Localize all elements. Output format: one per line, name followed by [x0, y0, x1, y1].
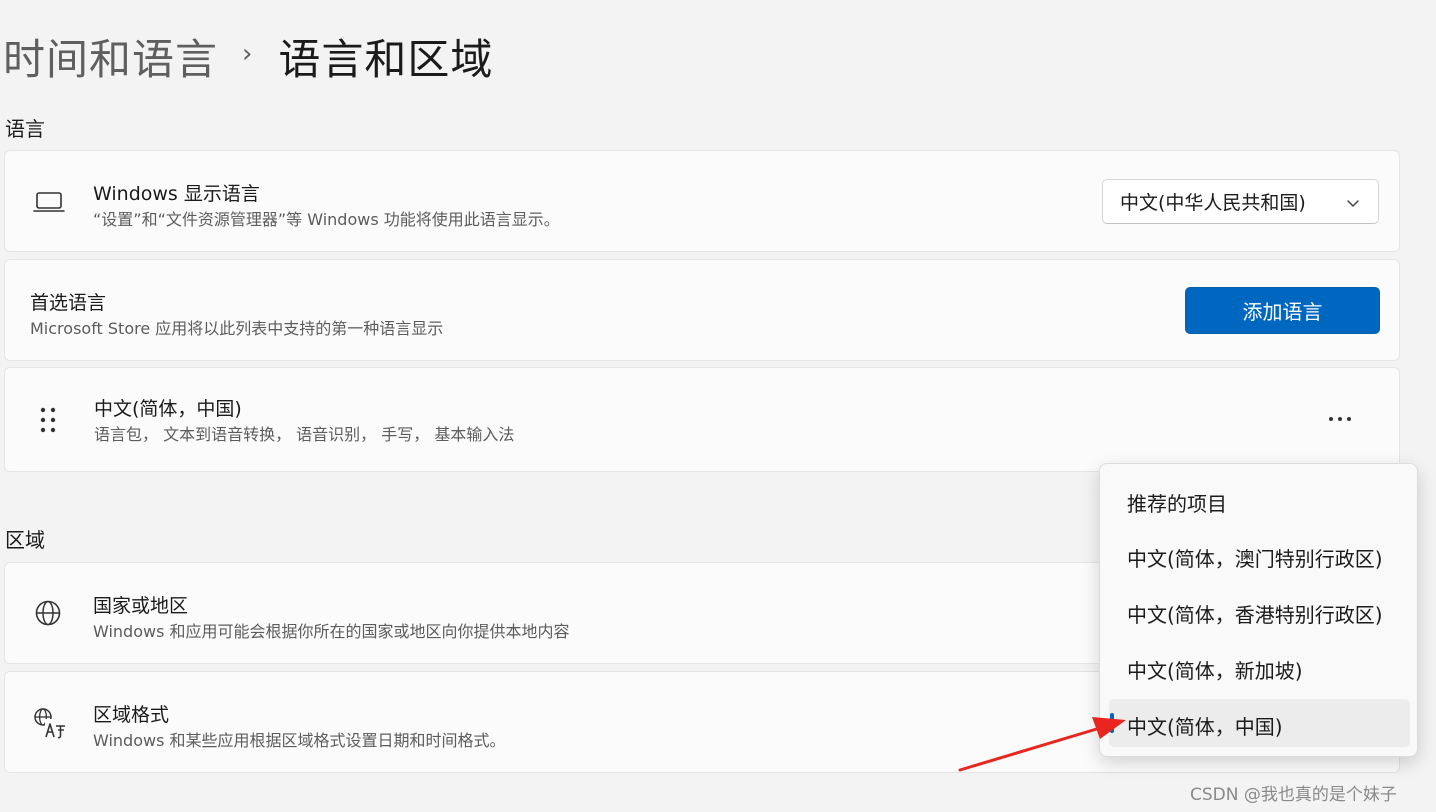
drag-handle-icon[interactable] — [37, 406, 59, 434]
laptop-icon — [31, 188, 67, 216]
menu-item-hong-kong[interactable]: 中文(简体，香港特别行政区) — [1109, 587, 1410, 635]
display-language-dropdown-value: 中文(中华人民共和国) — [1120, 192, 1306, 214]
chevron-down-icon — [1346, 194, 1360, 216]
display-language-title: Windows 显示语言 — [93, 183, 260, 205]
language-list-item[interactable]: 中文(简体，中国) 语言包， 文本到语音转换， 语音识别， 手写， 基本输入法 — [4, 367, 1400, 472]
menu-item-china[interactable]: 中文(简体，中国) — [1109, 699, 1410, 747]
breadcrumb: 时间和语言 › 语言和区域 — [3, 26, 493, 86]
page-title: 语言和区域 — [278, 34, 494, 84]
regional-format-title: 区域格式 — [93, 704, 170, 726]
country-region-description: Windows 和应用可能会根据你所在的国家或地区向你提供本地内容 — [93, 622, 570, 641]
regional-format-description: Windows 和某些应用根据区域格式设置日期和时间格式。 — [93, 731, 506, 750]
selection-indicator — [1110, 713, 1114, 733]
menu-item-label: 中文(简体，中国) — [1127, 715, 1283, 739]
language-options-menu: 推荐的项目 中文(简体，澳门特别行政区) 中文(简体，香港特别行政区) 中文(简… — [1099, 463, 1418, 757]
language-item-title: 中文(简体，中国) — [94, 398, 242, 420]
menu-item-recommended[interactable]: 推荐的项目 — [1109, 476, 1410, 524]
preferred-language-title: 首选语言 — [30, 292, 107, 314]
globe-icon — [32, 597, 64, 629]
display-language-description: “设置”和“文件资源管理器”等 Windows 功能将使用此语言显示。 — [93, 210, 560, 229]
country-region-title: 国家或地区 — [93, 595, 189, 617]
menu-item-label: 中文(简体，香港特别行政区) — [1127, 603, 1383, 627]
breadcrumb-chevron-icon: › — [242, 39, 253, 69]
menu-item-label: 中文(简体，澳门特别行政区) — [1127, 547, 1383, 571]
menu-item-label: 中文(简体，新加坡) — [1127, 659, 1303, 683]
section-heading-language: 语言 — [5, 117, 45, 141]
section-heading-region: 区域 — [5, 528, 45, 552]
display-language-dropdown[interactable]: 中文(中华人民共和国) — [1102, 179, 1379, 224]
menu-item-singapore[interactable]: 中文(简体，新加坡) — [1109, 643, 1410, 691]
add-language-button[interactable]: 添加语言 — [1185, 287, 1380, 334]
breadcrumb-parent-link[interactable]: 时间和语言 — [3, 26, 218, 87]
more-options-icon[interactable] — [1325, 404, 1355, 434]
display-language-card: Windows 显示语言 “设置”和“文件资源管理器”等 Windows 功能将… — [4, 150, 1400, 252]
preferred-language-description: Microsoft Store 应用将以此列表中支持的第一种语言显示 — [30, 319, 444, 338]
language-item-description: 语言包， 文本到语音转换， 语音识别， 手写， 基本输入法 — [94, 425, 515, 444]
language-format-icon — [32, 706, 68, 740]
menu-item-label: 推荐的项目 — [1127, 492, 1227, 516]
watermark-text: CSDN @我也真的是个妹子 — [1190, 785, 1397, 805]
preferred-language-card: 首选语言 Microsoft Store 应用将以此列表中支持的第一种语言显示 … — [4, 259, 1400, 361]
menu-item-macau[interactable]: 中文(简体，澳门特别行政区) — [1109, 531, 1410, 579]
